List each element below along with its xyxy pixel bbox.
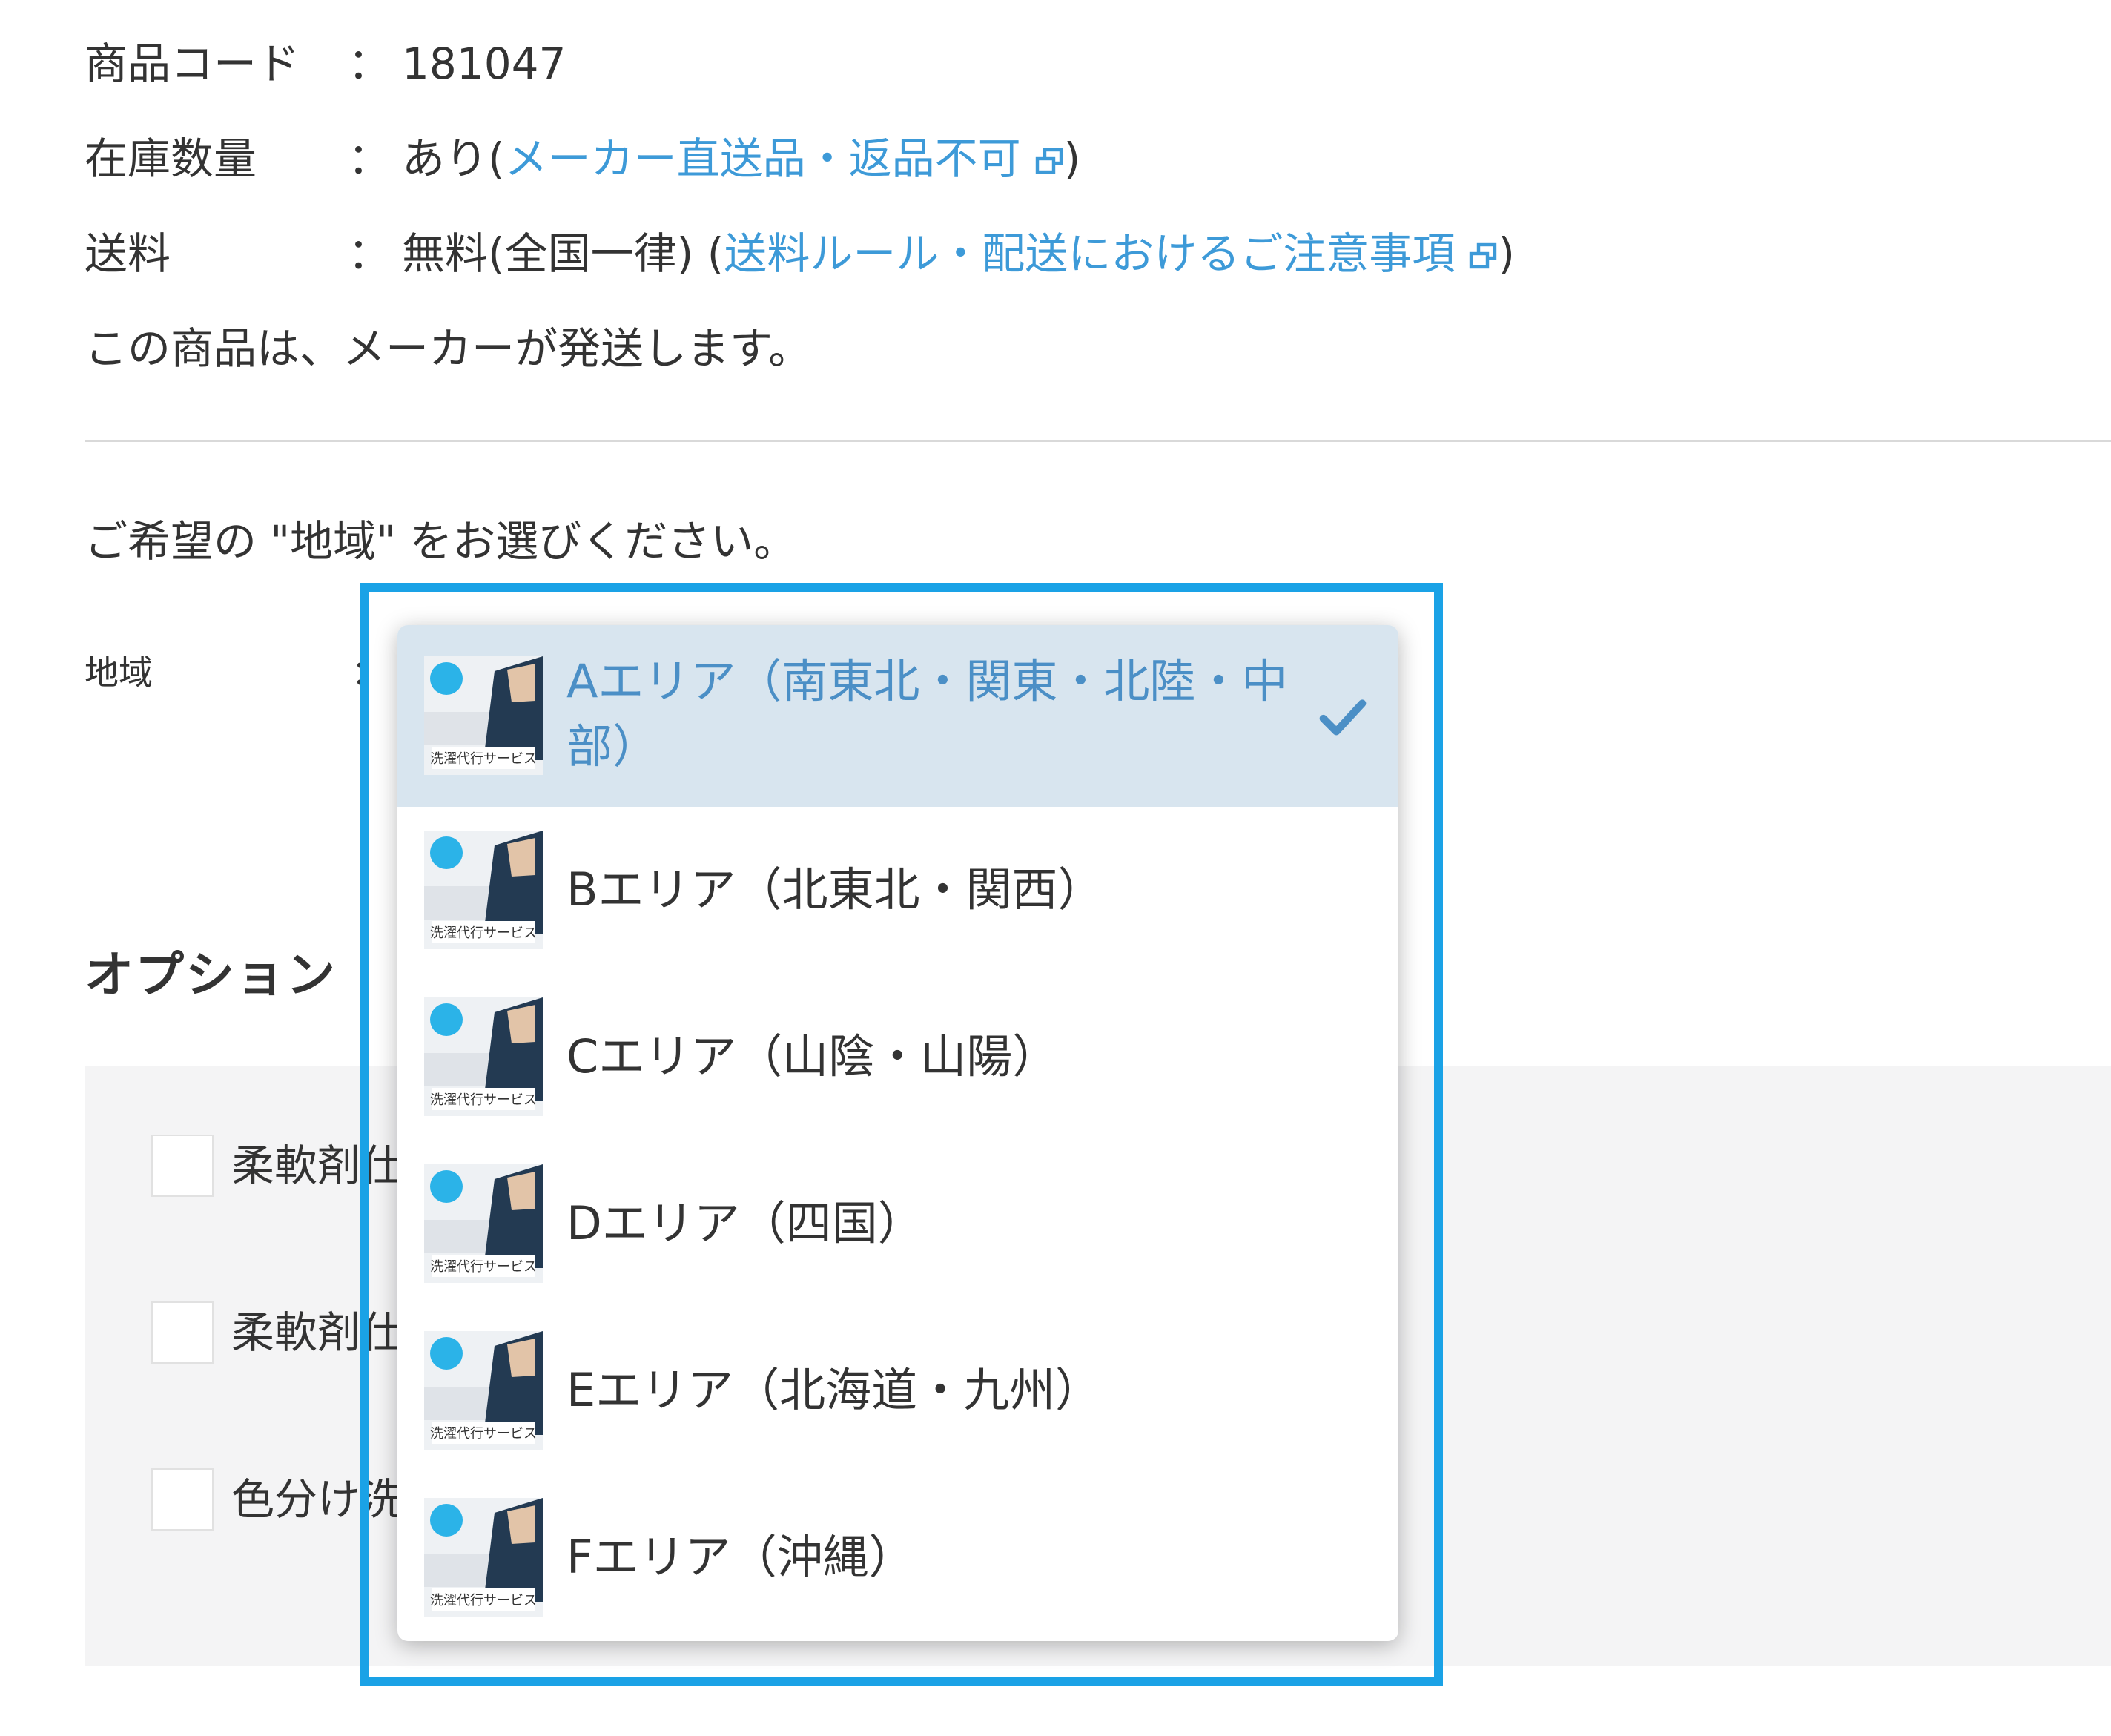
region-prompt: ご希望の "地域" をお選びください。 xyxy=(85,516,797,567)
shipping-value: 無料(全国一律) (送料ルール・配送におけるご注意事項) xyxy=(402,224,1515,283)
region-colon: ： xyxy=(351,653,386,693)
shipping-value-suffix: ) xyxy=(1498,228,1515,279)
colon: ： xyxy=(348,39,392,89)
maker-shipping-note: この商品は、メーカーが発送します。 xyxy=(85,323,812,374)
stock-value: あり(メーカー直送品・返品不可) xyxy=(402,129,1080,188)
region-option-label[interactable]: Aエリア（南東北・関東・北陸・中部） xyxy=(566,649,1308,779)
region-option-c[interactable]: 洗濯代行サービス Cエリア（山陰・山陽） xyxy=(397,974,1398,1141)
region-option-b[interactable]: 洗濯代行サービス Bエリア（北東北・関西） xyxy=(397,807,1398,974)
section-divider xyxy=(85,440,2111,442)
region-option-label[interactable]: Eエリア（北海道・九州） xyxy=(566,1358,1101,1423)
stock-value-suffix: ) xyxy=(1063,133,1081,184)
product-code-label: 商品コード xyxy=(85,39,300,89)
thumbnail-caption: 洗濯代行サービス xyxy=(430,925,537,941)
service-thumbnail: 洗濯代行サービス xyxy=(424,1164,543,1283)
region-option-e[interactable]: 洗濯代行サービス Eエリア（北海道・九州） xyxy=(397,1307,1398,1474)
option-checkbox[interactable] xyxy=(151,1301,214,1364)
thumbnail-caption: 洗濯代行サービス xyxy=(430,1426,537,1442)
region-option-label[interactable]: Dエリア（四国） xyxy=(566,1191,924,1256)
product-code-value: 181047 xyxy=(402,39,566,89)
option-label: 色分け洗 xyxy=(231,1474,404,1525)
stock-value-prefix: あり( xyxy=(402,133,505,184)
thumbnail-caption: 洗濯代行サービス xyxy=(430,1259,537,1275)
service-thumbnail: 洗濯代行サービス xyxy=(424,997,543,1116)
region-option-label[interactable]: Cエリア（山陰・山陽） xyxy=(566,1024,1058,1089)
region-dropdown-list[interactable]: 洗濯代行サービス Aエリア（南東北・関東・北陸・中部） 洗濯代行サービス Bエリ… xyxy=(397,625,1398,1641)
shipping-link-text[interactable]: 送料ルール・配送におけるご注意事項 xyxy=(724,228,1455,279)
service-thumbnail: 洗濯代行サービス xyxy=(424,656,543,775)
region-option-label[interactable]: Fエリア（沖縄） xyxy=(566,1525,915,1590)
external-link-icon[interactable] xyxy=(1034,147,1064,176)
service-thumbnail: 洗濯代行サービス xyxy=(424,831,543,949)
option-label: 柔軟剤仕 xyxy=(231,1141,404,1191)
region-option-d[interactable]: 洗濯代行サービス Dエリア（四国） xyxy=(397,1141,1398,1307)
option-checkbox[interactable] xyxy=(151,1468,214,1531)
stock-link-text[interactable]: メーカー直送品・返品不可 xyxy=(505,133,1021,184)
region-label: 地域 xyxy=(85,653,153,693)
thumbnail-caption: 洗濯代行サービス xyxy=(430,1092,537,1108)
option-label: 柔軟剤仕 xyxy=(231,1307,404,1358)
region-option-f[interactable]: 洗濯代行サービス Fエリア（沖縄） xyxy=(397,1474,1398,1641)
colon: ： xyxy=(348,133,392,184)
region-option-label[interactable]: Bエリア（北東北・関西） xyxy=(566,857,1104,923)
stock-label: 在庫数量 xyxy=(85,133,257,184)
thumbnail-caption: 洗濯代行サービス xyxy=(430,751,537,767)
options-heading: オプション xyxy=(85,946,337,1003)
external-link-icon[interactable] xyxy=(1468,242,1498,271)
shipping-rules-link[interactable]: 送料ルール・配送におけるご注意事項 xyxy=(724,228,1498,279)
region-option-a[interactable]: 洗濯代行サービス Aエリア（南東北・関東・北陸・中部） xyxy=(397,625,1398,807)
service-thumbnail: 洗濯代行サービス xyxy=(424,1498,543,1617)
option-checkbox[interactable] xyxy=(151,1135,214,1197)
thumbnail-caption: 洗濯代行サービス xyxy=(430,1593,537,1608)
stock-info-link[interactable]: メーカー直送品・返品不可 xyxy=(505,133,1064,184)
colon: ： xyxy=(348,228,392,279)
check-icon xyxy=(1319,699,1367,736)
shipping-label: 送料 xyxy=(85,228,171,279)
shipping-value-prefix: 無料(全国一律) ( xyxy=(402,228,724,279)
service-thumbnail: 洗濯代行サービス xyxy=(424,1331,543,1450)
